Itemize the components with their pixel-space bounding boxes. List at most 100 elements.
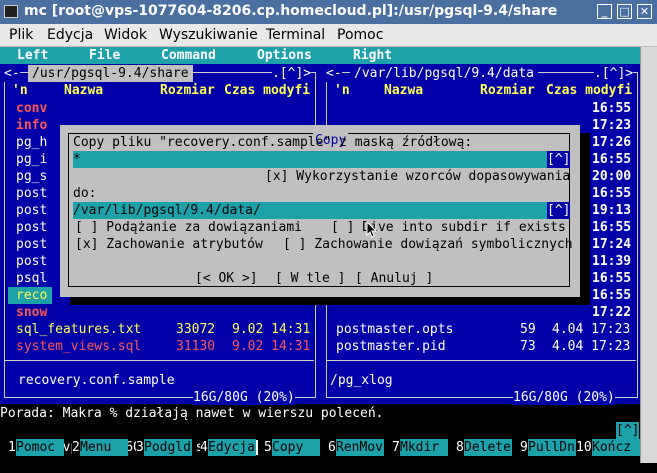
menu-widok[interactable]: Widok: [104, 27, 147, 43]
left-file-row[interactable]: reco: [8, 287, 52, 304]
right-file-time: 16:55: [592, 288, 632, 303]
destination-input[interactable]: /var/lib/pgsql/9.4/data/: [73, 202, 547, 219]
left-file-row[interactable]: pg_i: [16, 151, 47, 168]
right-col-n[interactable]: 'n: [334, 82, 350, 99]
minimize-button[interactable]: _: [597, 4, 612, 19]
right-file-time: 17:22: [592, 305, 632, 320]
left-panel-corner[interactable]: .[^]>: [272, 65, 312, 82]
window-titlebar: mc [root@vps-1077604-8206.cp.homecloud.p…: [0, 0, 657, 24]
file-sql-features-size: 33072: [176, 322, 216, 337]
menu-terminal[interactable]: Terminal: [266, 27, 325, 43]
left-panel-lt[interactable]: <-: [4, 65, 20, 82]
left-file-row[interactable]: pg_s: [16, 168, 47, 185]
menu-wyszukiwanie[interactable]: Wyszukiwanie: [159, 27, 258, 43]
hint-line: Porada: Makra % działają nawet w wierszu…: [0, 405, 640, 422]
left-col-n[interactable]: 'n: [12, 82, 28, 99]
mc-menu-left[interactable]: Left: [17, 47, 48, 64]
source-mask-input[interactable]: *: [73, 151, 547, 168]
menu-pomoc[interactable]: Pomoc: [337, 27, 383, 43]
fkey-number: 10: [576, 439, 592, 456]
shell-prompt[interactable]: [root@vps-1077604-8206 share]# [^]: [0, 422, 640, 455]
left-col-name[interactable]: Nazwa: [64, 82, 103, 99]
mc-menu-options[interactable]: Options: [257, 47, 312, 64]
right-file-time: 20:00: [592, 169, 632, 184]
right-file-time: 16:55: [592, 186, 632, 201]
fkey-number: 9: [520, 439, 528, 456]
fkey-pomoc-button[interactable]: Pomoc: [16, 439, 64, 456]
left-file-row[interactable]: post: [16, 253, 47, 270]
terminal-app-icon: [4, 5, 18, 18]
right-col-size[interactable]: Rozmiar: [480, 82, 535, 99]
file-postmaster-pid-time: 4.04 17:23: [552, 339, 631, 354]
maximize-button[interactable]: □: [617, 4, 632, 19]
fkey-number: 6: [328, 439, 336, 456]
right-panel-lt[interactable]: <-: [326, 65, 342, 82]
fkey-pulldn-button[interactable]: PullDn: [528, 439, 576, 456]
left-col-mtime[interactable]: Czas modyfi: [224, 82, 310, 99]
fkey-mkdir-button[interactable]: Mkdir: [400, 439, 448, 456]
right-panel-separator: [326, 360, 636, 361]
right-file-time: 11:39: [592, 254, 632, 269]
right-panel-corner[interactable]: .[^]>: [594, 65, 634, 82]
preserve-symlinks-checkbox[interactable]: [ ] Zachowanie dowiązań symbolicznych: [283, 236, 573, 253]
dialog-shadow: [70, 297, 590, 305]
file-sql-features[interactable]: sql_features.txt: [16, 321, 141, 338]
left-file-row[interactable]: snow: [16, 304, 47, 321]
left-panel-separator: [4, 360, 314, 361]
mouse-cursor-icon: [366, 221, 378, 238]
left-panel-status: recovery.conf.sample: [18, 373, 175, 388]
file-postmaster-opts-size: 59: [520, 322, 536, 337]
mc-menubar: Left File Command Options Right: [0, 47, 640, 64]
right-file-time: 16:55: [592, 271, 632, 286]
right-col-name[interactable]: Nazwa: [384, 82, 423, 99]
copy-prompt: Copy pliku "recovery.conf.sample" z mask…: [73, 135, 473, 150]
left-file-row[interactable]: info: [16, 117, 47, 134]
right-file-time: 16:55: [592, 152, 632, 167]
fkey-podgld-button[interactable]: Podgld: [144, 439, 192, 456]
destination-history-button[interactable]: [^]: [547, 202, 571, 219]
menu-edycja[interactable]: Edycja: [47, 27, 93, 43]
fkey-menu-button[interactable]: Menu: [80, 439, 128, 456]
fkey-delete-button[interactable]: Delete: [464, 439, 512, 456]
left-file-row[interactable]: pg_h: [16, 134, 47, 151]
left-file-row[interactable]: conv: [16, 100, 47, 117]
file-postmaster-opts-time: 4.04 17:23: [552, 322, 631, 337]
cancel-button[interactable]: [ Anuluj ]: [355, 270, 433, 287]
file-system-views[interactable]: system_views.sql: [16, 338, 141, 355]
left-file-row[interactable]: post: [16, 236, 47, 253]
right-file-time: 17:26: [592, 135, 632, 150]
left-file-row[interactable]: psql: [16, 270, 47, 287]
follow-links-checkbox[interactable]: [ ] Podążanie za dowiązaniami: [75, 219, 302, 236]
to-label: do:: [73, 186, 97, 201]
prompt-history-button[interactable]: [^]: [616, 422, 640, 439]
terminal-scrollbar[interactable]: [640, 47, 657, 463]
file-postmaster-pid[interactable]: postmaster.pid: [336, 338, 446, 355]
ok-button[interactable]: [< OK >]: [195, 270, 258, 287]
left-panel-path[interactable]: /usr/pgsql-9.4/share: [28, 65, 193, 82]
menu-plik[interactable]: Plik: [9, 27, 33, 43]
left-panel-disk: 16G/80G (20%): [193, 389, 295, 406]
close-button[interactable]: ✕: [637, 4, 652, 19]
source-history-button[interactable]: [^]: [547, 151, 571, 168]
left-file-row[interactable]: post: [16, 219, 47, 236]
fkey-renmov-button[interactable]: RenMov: [336, 439, 384, 456]
background-button[interactable]: [ W tle ]: [275, 270, 345, 287]
copy-dialog: Copy Copy pliku "recovery.conf.sample" z…: [60, 125, 580, 297]
left-file-row[interactable]: post: [16, 185, 47, 202]
fkey-number: 7: [392, 439, 400, 456]
mc-menu-right[interactable]: Right: [353, 47, 392, 64]
use-patterns-checkbox[interactable]: [x] Wykorzystanie wzorców dopasowywania: [265, 168, 570, 185]
fkey-copy-button[interactable]: Copy: [272, 439, 320, 456]
left-col-size[interactable]: Rozmiar: [160, 82, 215, 99]
right-col-mtime[interactable]: Czas modyfi: [546, 82, 632, 99]
left-file-row[interactable]: post: [16, 202, 47, 219]
preserve-attributes-checkbox[interactable]: [x] Zachowanie atrybutów: [75, 236, 263, 253]
mc-menu-command[interactable]: Command: [161, 47, 216, 64]
fkey-number: 2: [72, 439, 80, 456]
fkey-kończ-button[interactable]: Kończ: [592, 439, 640, 456]
right-panel-status: /pg_xlog: [330, 373, 393, 388]
right-panel-path[interactable]: /var/lib/pgsql/9.4/data: [350, 65, 539, 82]
mc-menu-file[interactable]: File: [89, 47, 120, 64]
fkey-edycja-button[interactable]: Edycja: [208, 439, 256, 456]
file-postmaster-opts[interactable]: postmaster.opts: [336, 321, 453, 338]
